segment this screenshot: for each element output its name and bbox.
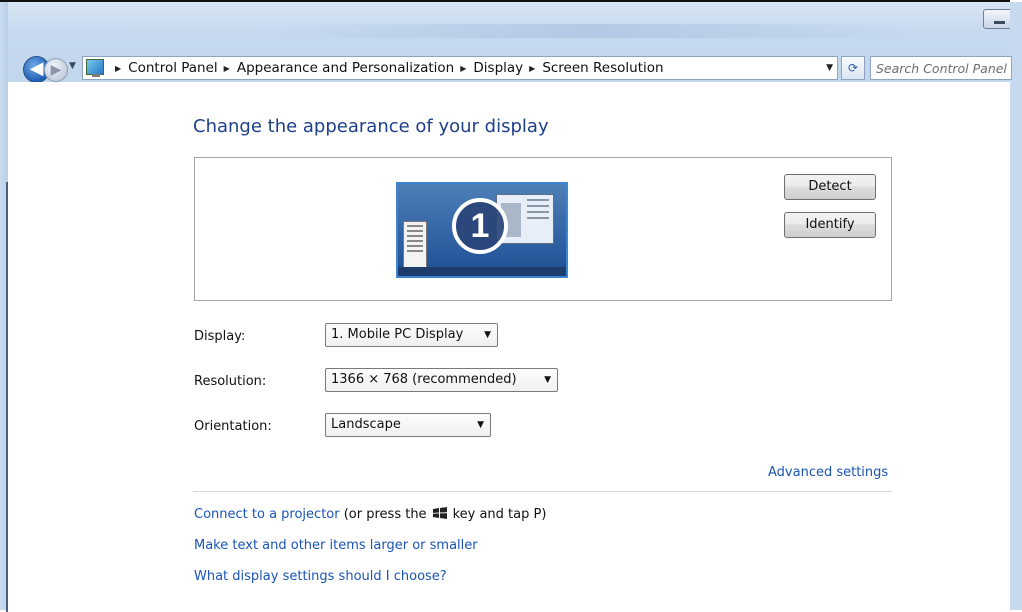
resolution-select-value: 1366 × 768 (recommended)	[331, 372, 517, 387]
control-panel-icon	[86, 59, 104, 77]
display-select-value: 1. Mobile PC Display	[331, 327, 464, 342]
refresh-icon: ⟳	[847, 61, 859, 75]
breadcrumb-display[interactable]: Display	[473, 60, 523, 76]
connect-projector-link[interactable]: Connect to a projector	[194, 507, 340, 522]
detect-button[interactable]: Detect	[784, 174, 876, 200]
breadcrumb-screen-resolution[interactable]: Screen Resolution	[542, 60, 663, 76]
text-size-link[interactable]: Make text and other items larger or smal…	[194, 538, 478, 553]
display-label: Display:	[194, 329, 246, 344]
monitor-1-thumbnail[interactable]: 1	[396, 182, 568, 278]
display-select[interactable]: 1. Mobile PC Display ▼	[325, 323, 498, 347]
chevron-right-icon[interactable]: ▶	[224, 64, 230, 73]
chevron-right-icon[interactable]: ▶	[460, 64, 466, 73]
monitor-preview-panel: 1 Detect Identify	[194, 157, 892, 301]
address-bar[interactable]: ▶ Control Panel ▶ Appearance and Personaliz…	[82, 56, 838, 80]
title-bar-glass	[268, 24, 918, 38]
resolution-select[interactable]: 1366 × 768 (recommended) ▼	[325, 368, 558, 392]
orientation-select[interactable]: Landscape ▼	[325, 413, 491, 437]
chevron-down-icon: ▼	[484, 330, 491, 340]
window-thumbnail-left	[403, 221, 427, 269]
orientation-label: Orientation:	[194, 419, 272, 434]
resolution-label: Resolution:	[194, 374, 267, 389]
breadcrumb-control-panel[interactable]: Control Panel	[128, 60, 218, 76]
projector-hint-post: key and tap P)	[452, 507, 547, 522]
divider	[193, 491, 892, 492]
breadcrumb-appearance[interactable]: Appearance and Personalization	[237, 60, 454, 76]
forward-button[interactable]: ▶	[44, 58, 68, 82]
chevron-down-icon: ▼	[477, 420, 484, 430]
monitor-number-badge: 1	[452, 198, 508, 254]
page-title: Change the appearance of your display	[193, 116, 549, 137]
windows-logo-icon	[432, 507, 447, 519]
projector-hint-pre: (or press the	[343, 507, 427, 522]
search-input[interactable]	[874, 58, 1014, 78]
orientation-select-value: Landscape	[331, 417, 401, 432]
chevron-right-icon[interactable]: ▶	[529, 64, 535, 73]
chevron-right-icon[interactable]: ▶	[115, 64, 121, 73]
identify-button[interactable]: Identify	[784, 212, 876, 238]
breadcrumb: ▶ Control Panel ▶ Appearance and Personaliz…	[109, 57, 664, 79]
search-box[interactable]	[870, 56, 1014, 80]
projector-row: Connect to a projector (or press the key …	[194, 507, 546, 522]
window-left-frame	[0, 2, 8, 612]
recent-pages-dropdown[interactable]: ▼	[69, 61, 76, 71]
window-right-frame	[1010, 2, 1022, 610]
display-settings-help-link[interactable]: What display settings should I choose?	[194, 569, 447, 584]
address-dropdown-icon[interactable]: ▼	[826, 57, 833, 79]
forward-arrow-icon: ▶	[50, 62, 62, 78]
back-arrow-icon: ◀	[29, 58, 44, 79]
refresh-button[interactable]: ⟳	[841, 56, 865, 80]
taskbar-thumbnail	[398, 267, 566, 276]
chevron-down-icon: ▼	[544, 375, 551, 385]
advanced-settings-link[interactable]: Advanced settings	[768, 465, 888, 480]
minimize-icon	[994, 21, 1005, 24]
main-content: Change the appearance of your display 1 …	[8, 82, 1010, 610]
navigation-bar: ◀ ▶ ▼ ▶ Control Panel ▶ Appearance and Pers…	[8, 52, 1014, 83]
